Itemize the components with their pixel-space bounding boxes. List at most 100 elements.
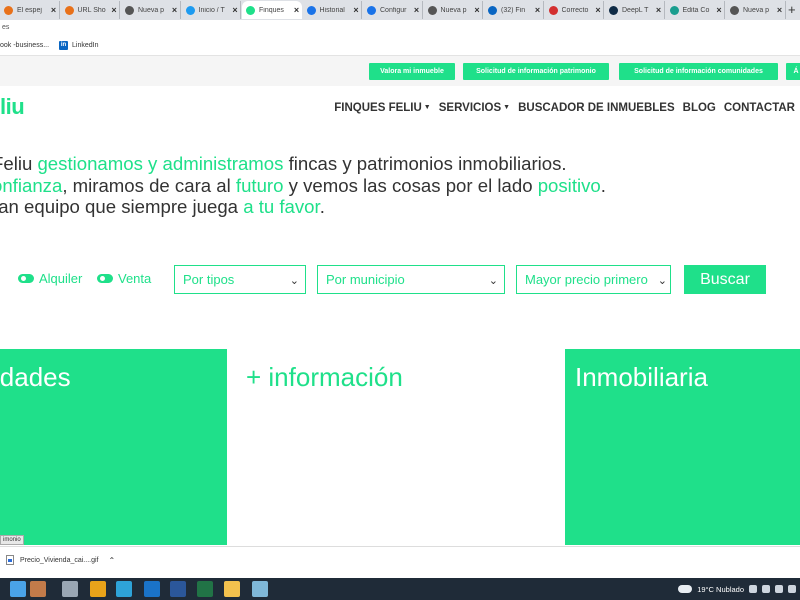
tab-label: URL Sho [77,6,106,14]
select-tipos[interactable]: Por tipos ⌄ [174,265,306,294]
network-icon[interactable] [762,585,770,593]
radio-venta-label: Venta [118,271,152,286]
twitter-icon [185,5,195,15]
nav-blog[interactable]: BLOG [683,102,716,114]
toggle-icon [18,274,34,283]
close-icon[interactable]: × [654,5,664,15]
edge-icon[interactable] [116,581,132,597]
nav-label: FINQUES FELIU [334,102,422,114]
hero-line-2: onfianza, miramos de cara al futuro y ve… [0,175,606,197]
hero-highlight: a tu favor [243,196,320,217]
tab-label: (32) Fin [501,6,526,14]
chevron-down-icon: ⌄ [657,275,667,287]
chevron-up-icon[interactable]: ⌃ [108,556,115,565]
bookmark-label: LinkedIn [72,42,99,49]
radio-alquiler[interactable]: Alquiler [18,271,82,286]
card-title: idades [0,362,71,392]
close-icon[interactable]: × [593,5,603,15]
browser-tab[interactable]: Historial × [303,1,362,19]
buscar-button[interactable]: Buscar [684,265,766,294]
hero-text-segment: fincas y patrimonios inmobiliarios. [283,153,567,174]
task-view-icon[interactable] [62,581,78,597]
tab-label: Nueva p [138,6,165,14]
close-icon[interactable]: × [714,5,724,15]
bookmark-business[interactable]: ook -business... [0,42,49,49]
download-item[interactable]: Precio_Vivienda_cai....gif ⌃ [6,555,115,565]
nav-label: SERVICIOS [438,102,502,114]
browser-tab[interactable]: Edita Co × [666,1,725,19]
browser-tab[interactable]: Nueva p × [424,1,483,19]
chrome-icon[interactable] [90,581,106,597]
browser-tab[interactable]: Finques × [242,1,302,19]
browser-tab[interactable]: Configur × [363,1,423,19]
omnibox[interactable]: es [0,20,800,36]
close-icon[interactable]: × [351,5,361,15]
card-informacion[interactable]: + información [227,349,565,545]
browser-tab[interactable]: DeepL T × [605,1,665,19]
select-municipio[interactable]: Por municipio ⌄ [317,265,505,294]
hero-highlight: positivo [537,174,601,196]
word-icon[interactable] [170,581,186,597]
weather-text[interactable]: 19°C Nublado [697,585,744,594]
tab-label: Nueva p [743,6,770,14]
close-icon[interactable]: × [49,5,59,15]
card-title: + información [246,362,403,392]
solicitud-comunidades-button[interactable]: Solicitud de información comunidades [619,63,778,80]
close-icon[interactable]: × [775,5,785,15]
close-icon[interactable]: × [472,5,482,15]
excel-icon[interactable] [197,581,213,597]
app-icon[interactable] [252,581,268,597]
bookmark-icon [4,5,13,15]
tab-bar: El espej × URL Sho × Nueva p × Inicio / T × Finq… [0,0,800,20]
mail-icon[interactable] [749,585,757,593]
spellcheck-icon [548,5,558,15]
explorer-icon[interactable] [224,581,240,597]
bookmark-linkedin[interactable]: in LinkedIn [59,41,99,50]
volume-icon[interactable] [775,585,783,593]
nav-servicios[interactable]: SERVICIOS ▼ [439,102,510,114]
browser-tab[interactable]: Correcto × [545,1,604,19]
hero-text-segment: Feliu [0,153,33,174]
nav-buscador-de-inmuebles[interactable]: BUSCADOR DE INMUEBLES [518,102,675,114]
valora-inmueble-button[interactable]: Valora mi inmueble [369,63,455,80]
browser-tab[interactable]: (32) Fin × [484,1,544,19]
start-icon[interactable] [10,581,26,597]
deepl-icon [609,5,618,15]
user-photo-icon[interactable] [30,581,46,597]
new-tab-button[interactable]: + [788,2,796,17]
tab-label: Nueva p [440,6,467,14]
browser-tab[interactable]: Nueva p × [121,1,181,19]
close-icon[interactable]: × [533,5,543,15]
area-clientes-button[interactable]: Á [786,63,800,80]
solicitud-patrimonio-button[interactable]: Solicitud de información patrimonio [463,63,609,80]
nav-label: CONTACTAR [723,102,795,114]
main-nav: FINQUES FELIU ▼ SERVICIOS ▼ BUSCADOR DE INMU… [334,102,795,114]
select-orden[interactable]: Mayor precio primero ⌄ [516,265,671,294]
browser-tab[interactable]: Nueva p × [726,1,786,19]
hero-line-3: ran equipo que siempre juega a tu favor. [0,196,606,218]
browser-tab[interactable]: Inicio / T × [182,1,241,19]
radio-venta[interactable]: Venta [97,271,151,286]
close-icon[interactable]: × [230,5,240,15]
close-icon[interactable]: × [109,5,119,15]
hero-highlight: gestionamos y administramos [37,153,284,174]
hero-text-segment: ran equipo que siempre juega [0,196,244,217]
bookmarks-bar: ook -business... in LinkedIn [0,36,800,56]
tab-label: Configur [380,6,407,14]
downloads-bar: Precio_Vivienda_cai....gif ⌃ [0,546,800,578]
file-icon [6,555,14,565]
close-icon[interactable]: × [412,5,422,15]
property-search: Alquiler Venta Por tipos ⌄ Por municipio… [0,262,800,296]
nav-contactar[interactable]: CONTACTAR [724,102,795,114]
card-comunidades[interactable]: idades [0,349,227,545]
site-logo[interactable]: liu [0,94,25,120]
browser-tab[interactable]: URL Sho × [61,1,120,19]
tab-label: DeepL T [622,6,649,14]
close-icon[interactable]: × [170,5,180,15]
card-inmobiliaria[interactable]: Inmobiliaria [565,349,800,545]
nav-finques-feliu[interactable]: FINQUES FELIU ▼ [334,102,430,114]
browser-tab[interactable]: El espej × [0,1,60,19]
notification-icon[interactable] [788,585,796,593]
outlook-icon[interactable] [144,581,160,597]
close-icon[interactable]: × [292,5,302,15]
